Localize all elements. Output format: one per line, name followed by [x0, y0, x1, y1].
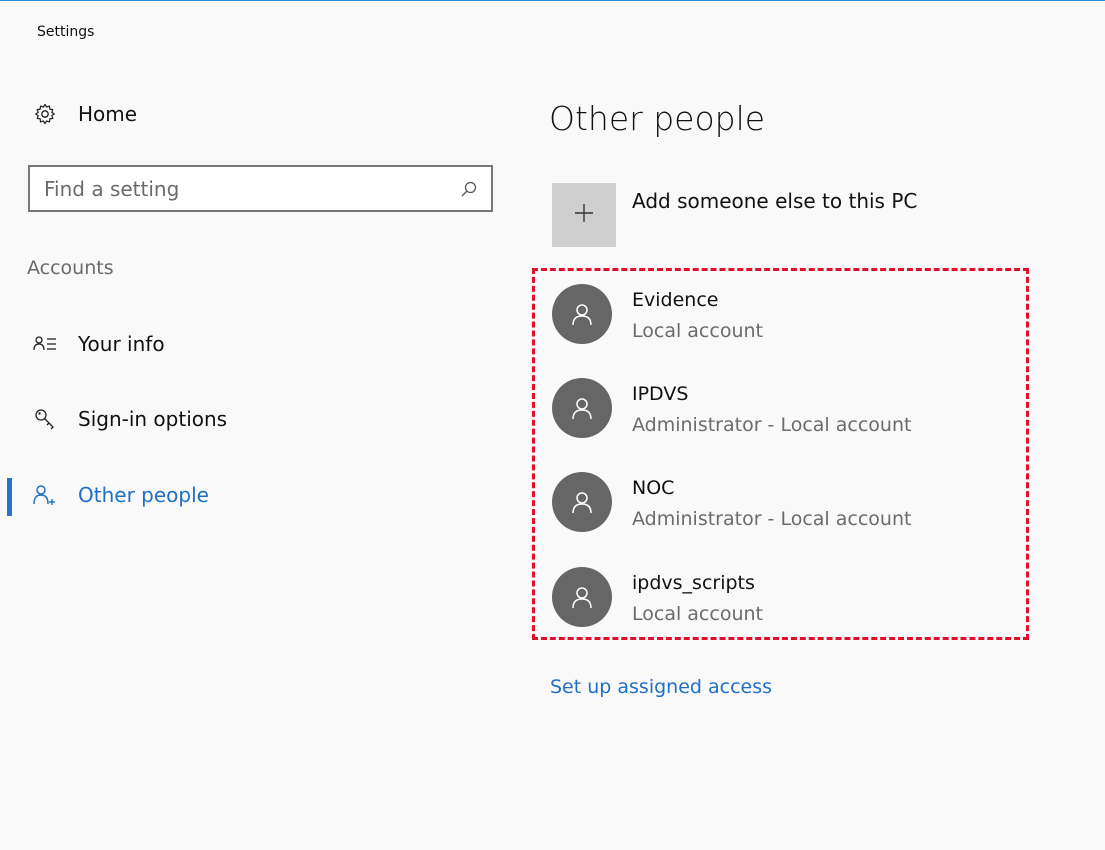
- sidebar-item-your-info[interactable]: Your info: [32, 331, 165, 357]
- user-account-item[interactable]: NOC Administrator - Local account: [552, 472, 1012, 542]
- gear-icon: [32, 101, 58, 127]
- user-name: Evidence: [632, 289, 719, 311]
- user-account-item[interactable]: Evidence Local account: [552, 284, 1012, 354]
- home-label: Home: [78, 102, 138, 126]
- accounts-section-header: Accounts: [27, 257, 114, 279]
- user-account-type: Local account: [632, 603, 763, 625]
- user-name: IPDVS: [632, 383, 689, 405]
- user-avatar-icon: [552, 284, 612, 344]
- set-up-assigned-access-link[interactable]: Set up assigned access: [550, 676, 772, 698]
- sidebar-item-label: Other people: [78, 483, 209, 507]
- search-icon[interactable]: [457, 177, 481, 201]
- user-avatar-icon: [552, 472, 612, 532]
- sidebar-item-label: Sign-in options: [78, 407, 228, 431]
- user-account-item[interactable]: IPDVS Administrator - Local account: [552, 378, 1012, 448]
- user-name: NOC: [632, 477, 675, 499]
- key-icon: [32, 406, 58, 432]
- plus-icon: [572, 201, 596, 229]
- window-top-border: [0, 0, 1105, 1]
- search-input[interactable]: [30, 166, 457, 211]
- window-title: Settings: [37, 24, 95, 40]
- page-title: Other people: [549, 99, 766, 138]
- user-avatar-icon: [552, 378, 612, 438]
- user-account-type: Administrator - Local account: [632, 508, 912, 530]
- user-avatar-icon: [552, 567, 612, 627]
- contact-info-icon: [32, 331, 58, 357]
- add-person-icon: [32, 482, 58, 508]
- user-account-item[interactable]: ipdvs_scripts Local account: [552, 567, 1012, 637]
- add-someone-label[interactable]: Add someone else to this PC: [632, 189, 917, 213]
- user-name: ipdvs_scripts: [632, 572, 755, 594]
- user-account-type: Administrator - Local account: [632, 414, 912, 436]
- sidebar-item-label: Your info: [78, 332, 165, 356]
- add-someone-button[interactable]: [552, 183, 616, 247]
- sidebar-item-other-people[interactable]: Other people: [32, 482, 209, 508]
- user-account-type: Local account: [632, 320, 763, 342]
- selected-indicator: [7, 478, 12, 516]
- sidebar-item-sign-in-options[interactable]: Sign-in options: [32, 406, 227, 432]
- home-nav-item[interactable]: Home: [32, 101, 137, 127]
- search-box[interactable]: [28, 165, 493, 212]
